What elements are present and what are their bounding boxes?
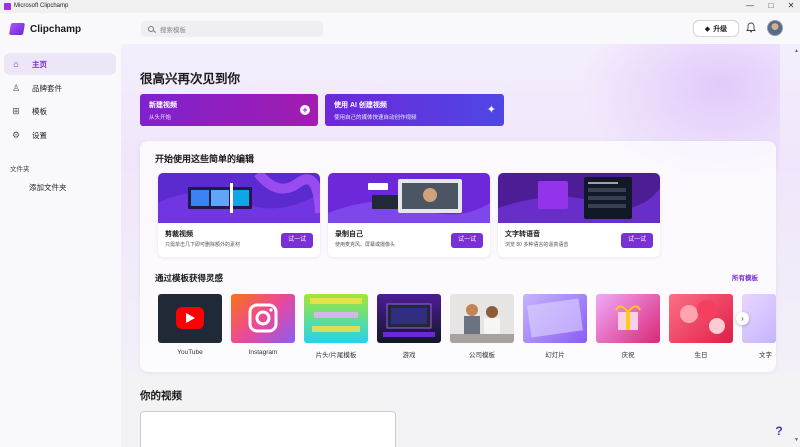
template-label: 公司模板 bbox=[469, 352, 495, 359]
sidebar-item-label: 品牌套件 bbox=[32, 83, 62, 93]
card-subtitle: 使用麦克风、屏幕或摄像头 bbox=[335, 242, 396, 248]
scrollbar[interactable]: ▲ ▼ bbox=[794, 44, 800, 447]
try-button[interactable]: 试一试 bbox=[621, 233, 653, 248]
text-to-speech-thumbnail bbox=[498, 173, 660, 223]
sidebar: ⌂ 主页 ♙ 品牌套件 ⊞ 模板 ⚙ 设置 文件夹 添加文件夹 bbox=[0, 44, 121, 447]
record-yourself-thumbnail bbox=[328, 173, 490, 223]
sidebar-item-brand-kit[interactable]: ♙ 品牌套件 bbox=[4, 77, 116, 99]
window-title: Microsoft Clipchamp bbox=[14, 3, 69, 9]
card-subtitle: 浏览 80 多种语言的逼真语音 bbox=[505, 242, 569, 248]
template-label: 幻灯片 bbox=[545, 352, 565, 359]
scroll-up-icon[interactable]: ▲ bbox=[794, 48, 799, 54]
ai-video-title: 使用 AI 创建视频 bbox=[334, 102, 387, 109]
template-label: 片头/片尾模板 bbox=[315, 352, 357, 359]
card-title: 录制自己 bbox=[335, 231, 363, 238]
template-label: 游戏 bbox=[402, 352, 416, 359]
page-title: 很高兴再次见到你 bbox=[140, 72, 241, 86]
folders-section-label: 文件夹 bbox=[10, 166, 30, 173]
template-label: 庆祝 bbox=[621, 352, 635, 359]
trim-video-card[interactable]: 剪裁视频 只需单击几下即可删除额外的素材 试一试 bbox=[158, 173, 320, 257]
your-videos-title: 你的视频 bbox=[140, 390, 182, 402]
try-button[interactable]: 试一试 bbox=[451, 233, 483, 248]
gem-icon: ◆ bbox=[704, 25, 711, 33]
main-content: 很高兴再次见到你 新建视频 从头开始 + 使用 AI 创建视频 使用自己的媒体快… bbox=[121, 44, 800, 447]
search-icon bbox=[148, 26, 154, 32]
sparkle-icon: ✦ bbox=[486, 104, 496, 116]
template-intro-outro[interactable] bbox=[304, 294, 368, 343]
logo-text: Clipchamp bbox=[30, 23, 82, 35]
clipchamp-logo-icon bbox=[8, 23, 26, 35]
clipchamp-logo[interactable]: Clipchamp bbox=[8, 23, 82, 35]
new-video-subtitle: 从头开始 bbox=[149, 115, 172, 121]
templates-icon: ⊞ bbox=[12, 106, 20, 116]
add-folder-icon bbox=[11, 182, 21, 192]
all-templates-link[interactable]: 所有模板 bbox=[732, 272, 758, 282]
sidebar-item-templates[interactable]: ⊞ 模板 bbox=[4, 100, 116, 122]
sidebar-item-home[interactable]: ⌂ 主页 bbox=[4, 53, 116, 75]
template-business[interactable] bbox=[450, 294, 514, 343]
video-placeholder-card[interactable] bbox=[140, 411, 396, 447]
search-placeholder: 搜索模板 bbox=[160, 27, 186, 34]
home-icon: ⌂ bbox=[13, 59, 19, 69]
add-folder-button[interactable]: 添加文件夹 bbox=[4, 176, 116, 198]
app-icon bbox=[4, 3, 11, 10]
maximize-button[interactable]: □ bbox=[764, 1, 778, 11]
template-birthday[interactable] bbox=[669, 294, 733, 343]
sidebar-item-label: 主页 bbox=[32, 59, 47, 69]
try-button[interactable]: 试一试 bbox=[281, 233, 313, 248]
upgrade-button[interactable]: ◆ 升级 bbox=[693, 20, 739, 37]
template-celebration[interactable] bbox=[596, 294, 660, 343]
scroll-down-icon[interactable]: ▼ bbox=[794, 437, 799, 443]
record-yourself-card[interactable]: 录制自己 使用麦克风、屏幕或摄像头 试一试 bbox=[328, 173, 490, 257]
sidebar-item-settings[interactable]: ⚙ 设置 bbox=[4, 124, 116, 146]
new-video-title: 新建视频 bbox=[149, 102, 177, 109]
next-templates-button[interactable]: › bbox=[736, 312, 749, 325]
card-title: 剪裁视频 bbox=[165, 231, 193, 238]
template-label: Instagram bbox=[248, 349, 278, 356]
card-title: 文字转语音 bbox=[505, 231, 540, 238]
upgrade-label: 升级 bbox=[713, 25, 728, 33]
window-titlebar: Microsoft Clipchamp — □ ✕ bbox=[0, 0, 800, 13]
search-input[interactable]: 搜索模板 bbox=[141, 21, 323, 37]
template-label: 文字 bbox=[759, 352, 772, 359]
template-label: 生日 bbox=[694, 352, 708, 359]
gear-icon: ⚙ bbox=[11, 130, 21, 140]
ai-create-video-button[interactable]: 使用 AI 创建视频 使用自己的媒体快速自动创作视频 ✦ bbox=[325, 94, 504, 126]
template-slideshow[interactable] bbox=[523, 294, 587, 343]
minimize-button[interactable]: — bbox=[743, 1, 757, 11]
brand-kit-icon: ♙ bbox=[11, 83, 21, 93]
sidebar-item-label: 设置 bbox=[32, 130, 47, 140]
new-video-button[interactable]: 新建视频 从头开始 + bbox=[140, 94, 318, 126]
ai-video-subtitle: 使用自己的媒体快速自动创作视频 bbox=[334, 115, 417, 121]
template-instagram[interactable] bbox=[231, 294, 295, 343]
top-header: Clipchamp 搜索模板 ◆ 升级 bbox=[0, 13, 800, 44]
template-label: YouTube bbox=[177, 349, 203, 356]
add-folder-label: 添加文件夹 bbox=[29, 182, 67, 192]
getting-started-panel: 开始使用这些简单的编辑 剪裁视频 只需单击几下即可删除额外的素材 试一试 录制自… bbox=[140, 141, 776, 372]
sidebar-item-label: 模板 bbox=[32, 106, 47, 116]
user-avatar[interactable] bbox=[767, 20, 783, 36]
plus-icon: + bbox=[300, 105, 310, 115]
trim-video-thumbnail bbox=[158, 173, 320, 223]
notifications-bell-icon[interactable] bbox=[746, 22, 756, 34]
text-to-speech-card[interactable]: 文字转语音 浏览 80 多种语言的逼真语音 试一试 bbox=[498, 173, 660, 257]
templates-section-title: 通过模板获得灵感 bbox=[155, 273, 224, 283]
close-button[interactable]: ✕ bbox=[784, 1, 798, 11]
panel-title: 开始使用这些简单的编辑 bbox=[155, 154, 255, 164]
template-youtube[interactable] bbox=[158, 294, 222, 343]
template-gaming[interactable] bbox=[377, 294, 441, 343]
card-subtitle: 只需单击几下即可删除额外的素材 bbox=[165, 242, 241, 248]
help-icon[interactable]: ? bbox=[770, 424, 788, 442]
